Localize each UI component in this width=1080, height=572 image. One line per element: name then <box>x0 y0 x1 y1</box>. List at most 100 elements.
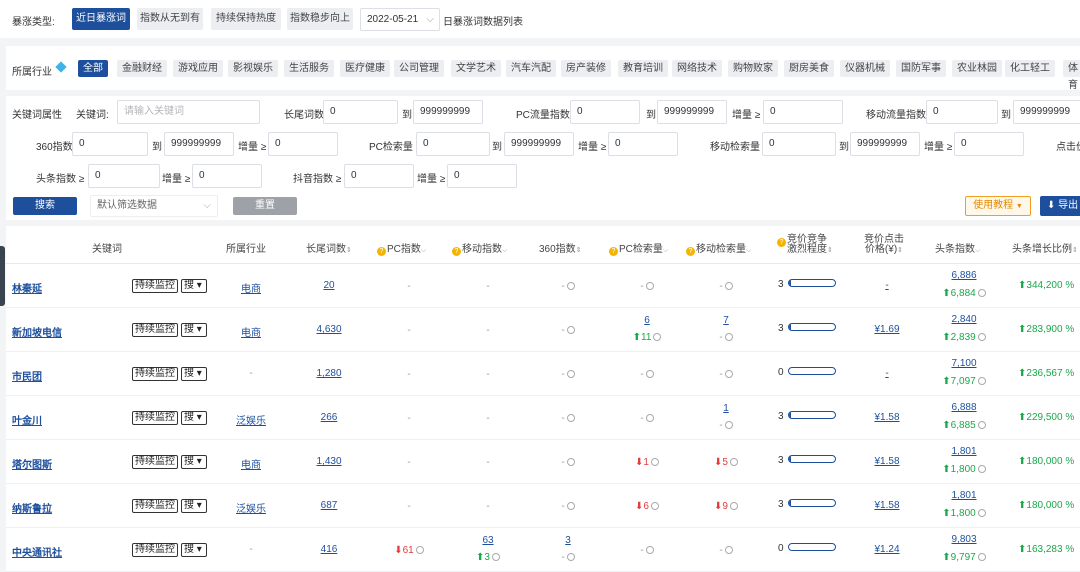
col-long-tail[interactable]: 长尾词数⇕ <box>306 240 352 255</box>
long-tail-max-input[interactable]: 999999999 <box>413 100 483 124</box>
pc-flow-min-input[interactable]: 0 <box>570 100 640 124</box>
price-link[interactable]: ¥1.58 <box>874 412 899 423</box>
search-engine-select[interactable]: 搜 ▾ <box>181 279 207 293</box>
mobile-search-inc-input[interactable]: 0 <box>954 132 1024 156</box>
keyword-link[interactable]: 中央通讯社 <box>12 544 62 559</box>
help-icon[interactable]: ? <box>377 247 386 256</box>
price-empty[interactable]: - <box>885 280 888 291</box>
value-link[interactable]: 7 <box>723 315 729 326</box>
keyword-link[interactable]: 叶金川 <box>12 412 42 427</box>
industry-tag[interactable]: 国防军事 <box>896 60 946 77</box>
industry-link[interactable]: 泛娱乐 <box>236 504 266 515</box>
value-link[interactable]: 63 <box>482 535 493 546</box>
industry-tag[interactable]: 游戏应用 <box>173 60 223 77</box>
type-tab-from-zero[interactable]: 指数从无到有 <box>137 8 203 30</box>
col-360[interactable]: 360指数⇕ <box>539 240 582 255</box>
toutiao-link[interactable]: 6,886 <box>951 270 976 281</box>
monitor-button[interactable]: 持续监控 <box>132 543 178 557</box>
mobile-flow-max-input[interactable]: 999999999 <box>1013 100 1080 124</box>
industry-tag[interactable]: 仪器机械 <box>840 60 890 77</box>
type-tab-keep-hot[interactable]: 持续保持热度 <box>211 8 281 30</box>
i360-max-input[interactable]: 999999999 <box>164 132 234 156</box>
industry-tag[interactable]: 影视娱乐 <box>228 60 278 77</box>
toutiao-link[interactable]: 1,801 <box>951 446 976 457</box>
col-click-price[interactable]: 竞价点击 价格(¥)⇕ <box>864 235 904 256</box>
toutiao-link[interactable]: 1,801 <box>951 490 976 501</box>
industry-link[interactable]: 电商 <box>241 328 261 339</box>
long-tail-link[interactable]: 1,280 <box>316 368 341 379</box>
industry-tag[interactable]: 公司管理 <box>394 60 444 77</box>
long-tail-link[interactable]: 4,630 <box>316 324 341 335</box>
value-link[interactable]: 3 <box>565 535 571 546</box>
search-button[interactable]: 搜索 <box>13 197 77 215</box>
i360-min-input[interactable]: 0 <box>72 132 148 156</box>
search-engine-select[interactable]: 搜 ▾ <box>181 543 207 557</box>
search-engine-select[interactable]: 搜 ▾ <box>181 411 207 425</box>
keyword-link[interactable]: 市民团 <box>12 368 42 383</box>
douyin-min-input[interactable]: 0 <box>344 164 414 188</box>
col-growth[interactable]: 头条增长比例⇕ <box>1012 240 1078 255</box>
long-tail-link[interactable]: 1,430 <box>316 456 341 467</box>
type-tab-recent-surge[interactable]: 近日暴涨词 <box>72 8 130 30</box>
long-tail-link[interactable]: 266 <box>321 412 338 423</box>
pc-flow-max-input[interactable]: 999999999 <box>657 100 727 124</box>
keyword-link[interactable]: 新加坡电信 <box>12 324 62 339</box>
keyword-input[interactable]: 请输入关键词 <box>117 100 260 124</box>
date-select[interactable]: 2022-05-21 ⌵ <box>360 8 440 31</box>
industry-tag[interactable]: 教育培训 <box>618 60 668 77</box>
price-link[interactable]: ¥1.69 <box>874 324 899 335</box>
industry-tag[interactable]: 全部 <box>78 60 108 77</box>
col-mobile-index[interactable]: ? 移动指数⌵ <box>452 240 507 256</box>
mobile-search-max-input[interactable]: 999999999 <box>850 132 920 156</box>
industry-tag[interactable]: 生活服务 <box>284 60 334 77</box>
mobile-flow-min-input[interactable]: 0 <box>926 100 998 124</box>
monitor-button[interactable]: 持续监控 <box>132 323 178 337</box>
industry-tag[interactable]: 医疗健康 <box>340 60 390 77</box>
search-engine-select[interactable]: 搜 ▾ <box>181 499 207 513</box>
long-tail-link[interactable]: 687 <box>321 500 338 511</box>
douyin-inc-input[interactable]: 0 <box>447 164 517 188</box>
pc-search-inc-input[interactable]: 0 <box>608 132 678 156</box>
keyword-link[interactable]: 塔尔图斯 <box>12 456 52 471</box>
monitor-button[interactable]: 持续监控 <box>132 279 178 293</box>
mobile-search-min-input[interactable]: 0 <box>762 132 836 156</box>
search-engine-select[interactable]: 搜 ▾ <box>181 367 207 381</box>
long-tail-link[interactable]: 20 <box>323 280 334 291</box>
toutiao-link[interactable]: 2,840 <box>951 314 976 325</box>
toutiao-link[interactable]: 9,803 <box>951 534 976 545</box>
keyword-link[interactable]: 纳斯鲁拉 <box>12 500 52 515</box>
col-pc-index[interactable]: ? PC指数⌵ <box>377 240 426 256</box>
price-link[interactable]: ¥1.24 <box>874 544 899 555</box>
value-link[interactable]: 6 <box>644 315 650 326</box>
col-mobile-search[interactable]: ? 移动检索量⌵ <box>686 240 751 256</box>
i360-inc-input[interactable]: 0 <box>268 132 338 156</box>
keyword-link[interactable]: 林秦延 <box>12 280 42 295</box>
search-engine-select[interactable]: 搜 ▾ <box>181 455 207 469</box>
reset-button[interactable]: 重置 <box>233 197 297 215</box>
industry-link[interactable]: 电商 <box>241 284 261 295</box>
industry-tag[interactable]: 体育 <box>1063 60 1080 91</box>
col-competition[interactable]: ? 竞价竞争 激烈程度⇕ <box>777 235 833 256</box>
monitor-button[interactable]: 持续监控 <box>132 499 178 513</box>
industry-tag[interactable]: 文学艺术 <box>451 60 501 77</box>
search-engine-select[interactable]: 搜 ▾ <box>181 323 207 337</box>
monitor-button[interactable]: 持续监控 <box>132 455 178 469</box>
toutiao-inc-input[interactable]: 0 <box>192 164 262 188</box>
industry-tag[interactable]: 购物败家 <box>728 60 778 77</box>
toutiao-link[interactable]: 7,100 <box>951 358 976 369</box>
pc-flow-inc-input[interactable]: 0 <box>763 100 843 124</box>
col-pc-search[interactable]: ? PC检索量⌵ <box>609 240 668 256</box>
help-icon[interactable]: ? <box>777 238 786 247</box>
toutiao-min-input[interactable]: 0 <box>88 164 160 188</box>
tutorial-button[interactable]: 使用教程 ▼ <box>965 196 1031 216</box>
industry-link[interactable]: 电商 <box>241 460 261 471</box>
long-tail-link[interactable]: 416 <box>321 544 338 555</box>
long-tail-min-input[interactable]: 0 <box>323 100 398 124</box>
industry-tag[interactable]: 厨房美食 <box>784 60 834 77</box>
pc-search-max-input[interactable]: 999999999 <box>504 132 574 156</box>
value-link[interactable]: 1 <box>723 403 729 414</box>
industry-tag[interactable]: 房产装修 <box>561 60 611 77</box>
industry-tag[interactable]: 汽车汽配 <box>506 60 556 77</box>
help-icon[interactable]: ? <box>452 247 461 256</box>
col-toutiao[interactable]: 头条指数⌵ <box>935 240 980 255</box>
